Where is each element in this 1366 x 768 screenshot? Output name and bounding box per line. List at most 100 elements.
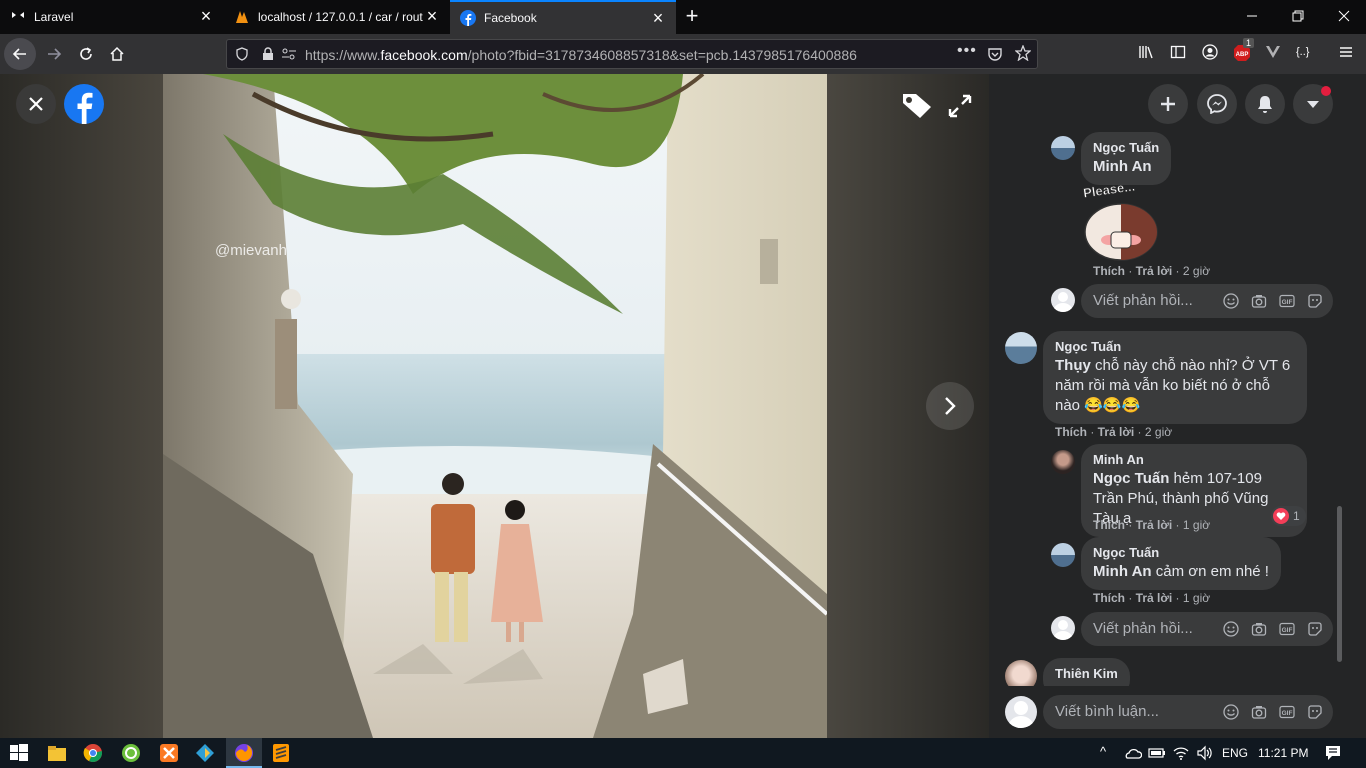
action-center-icon[interactable]	[1324, 744, 1342, 762]
url-text[interactable]: https://www.facebook.com/photo?fbid=3178…	[305, 47, 857, 63]
volume-icon[interactable]	[1196, 745, 1214, 761]
gif-icon[interactable]: GIF	[1279, 621, 1295, 637]
fullscreen-button[interactable]	[946, 92, 974, 120]
taskbar-firefox-active[interactable]	[226, 738, 262, 768]
adblock-count-badge: 1	[1243, 38, 1255, 48]
home-button[interactable]	[101, 38, 133, 70]
avatar[interactable]	[1051, 136, 1075, 160]
comment-author[interactable]: Thiên Kim	[1055, 666, 1118, 681]
account-menu-button[interactable]	[1293, 84, 1333, 124]
sticker-icon[interactable]	[1307, 293, 1323, 309]
shield-icon[interactable]	[235, 47, 249, 61]
onedrive-icon[interactable]	[1124, 745, 1142, 761]
sticker-icon[interactable]	[1307, 704, 1323, 720]
close-icon[interactable]: ×	[424, 7, 440, 25]
system-clock[interactable]: 11:21 PM	[1258, 746, 1308, 760]
chrome-icon[interactable]	[82, 742, 104, 764]
comments-panel: Ngọc Tuấn Minh An Please... Thích · Trả …	[989, 74, 1366, 738]
json-viewer-icon[interactable]: {..}	[1296, 44, 1316, 60]
permissions-icon[interactable]	[281, 47, 297, 61]
comment-composer: Viết bình luận... GIF	[989, 686, 1366, 738]
windows-start-icon[interactable]	[8, 742, 30, 764]
input-language[interactable]: ENG	[1222, 746, 1248, 760]
gif-icon[interactable]: GIF	[1279, 293, 1295, 309]
camera-icon[interactable]	[1251, 704, 1267, 720]
menu-icon[interactable]	[1338, 44, 1354, 60]
show-hidden-icons-icon[interactable]: ^	[1100, 744, 1106, 759]
reply-link[interactable]: Trả lời	[1136, 264, 1173, 278]
mention-tag[interactable]: Ngọc Tuấn	[1093, 470, 1169, 487]
facebook-logo[interactable]	[64, 84, 104, 124]
window-close-button[interactable]	[1336, 8, 1352, 24]
forward-button[interactable]	[38, 38, 70, 70]
tab-facebook[interactable]: Facebook ×	[450, 0, 676, 34]
tab-bar: Laravel × localhost / 127.0.0.1 / car / …	[0, 0, 1366, 34]
avatar	[1005, 696, 1037, 728]
adblock-plus-icon[interactable]: ABP 1	[1233, 38, 1255, 62]
notification-dot	[1321, 86, 1331, 96]
emoji-icon[interactable]	[1223, 293, 1239, 309]
account-icon[interactable]	[1202, 44, 1218, 60]
comment-author[interactable]: Ngọc Tuấn	[1055, 339, 1295, 354]
vue-devtools-icon[interactable]	[1265, 44, 1281, 60]
like-link[interactable]: Thích	[1093, 591, 1125, 605]
tab-phpmyadmin[interactable]: localhost / 127.0.0.1 / car / rout ×	[224, 0, 450, 34]
comment-input[interactable]: Viết bình luận... GIF	[1043, 695, 1333, 729]
reply-link[interactable]: Trả lời	[1098, 425, 1135, 439]
restore-button[interactable]	[1290, 8, 1306, 24]
minimize-button[interactable]	[1244, 8, 1260, 24]
sublime-text-icon[interactable]	[270, 742, 292, 764]
app-green-icon[interactable]	[120, 742, 142, 764]
mention-tag[interactable]: Minh An	[1093, 563, 1152, 580]
reply-input[interactable]: Viết phản hồi... GIF	[1081, 612, 1333, 646]
xampp-icon[interactable]	[158, 742, 180, 764]
close-viewer-button[interactable]	[16, 84, 56, 124]
reply-link[interactable]: Trả lời	[1136, 591, 1173, 605]
mention-tag[interactable]: Minh An	[1093, 158, 1152, 175]
pocket-icon[interactable]	[987, 46, 1003, 62]
avatar[interactable]	[1051, 543, 1075, 567]
comment-author[interactable]: Ngọc Tuấn	[1093, 140, 1159, 155]
reaction-badge[interactable]: 1	[1271, 506, 1306, 526]
like-link[interactable]: Thích	[1093, 264, 1125, 278]
tab-label: Facebook	[484, 11, 537, 25]
reload-button[interactable]	[70, 38, 102, 70]
lock-icon[interactable]	[261, 47, 275, 61]
gif-icon[interactable]: GIF	[1279, 704, 1295, 720]
file-explorer-icon[interactable]	[46, 742, 68, 764]
like-link[interactable]: Thích	[1055, 425, 1087, 439]
url-bar[interactable]: https://www.facebook.com/photo?fbid=3178…	[226, 39, 1038, 69]
camera-icon[interactable]	[1251, 293, 1267, 309]
avatar[interactable]	[1051, 450, 1075, 474]
emoji-icon[interactable]	[1223, 704, 1239, 720]
battery-icon[interactable]	[1148, 745, 1166, 761]
comment-author[interactable]: Ngọc Tuấn	[1093, 545, 1269, 560]
notifications-button[interactable]	[1245, 84, 1285, 124]
panel-scrollbar[interactable]	[1337, 506, 1342, 662]
reply-link[interactable]: Trả lời	[1136, 518, 1173, 532]
comment-bubble: Ngọc Tuấn Minh An cảm ơn em nhé !	[1081, 537, 1281, 590]
camera-icon[interactable]	[1251, 621, 1267, 637]
new-tab-button[interactable]: +	[680, 4, 704, 28]
sidebar-icon[interactable]	[1170, 44, 1186, 60]
comment-author[interactable]: Minh An	[1093, 452, 1295, 467]
messenger-button[interactable]	[1197, 84, 1237, 124]
reply-input[interactable]: Viết phản hồi... GIF	[1081, 284, 1333, 318]
back-button[interactable]	[4, 38, 36, 70]
tab-laravel[interactable]: Laravel ×	[0, 0, 224, 34]
like-link[interactable]: Thích	[1093, 518, 1125, 532]
bookmark-star-icon[interactable]	[1015, 45, 1031, 61]
page-actions-icon[interactable]: •••	[957, 42, 977, 60]
sticker-icon[interactable]	[1307, 621, 1323, 637]
avatar[interactable]	[1005, 332, 1037, 364]
emoji-icon[interactable]	[1223, 621, 1239, 637]
create-button[interactable]	[1148, 84, 1188, 124]
next-photo-button[interactable]	[926, 382, 974, 430]
wifi-icon[interactable]	[1172, 745, 1190, 761]
library-icon[interactable]	[1138, 44, 1154, 60]
close-icon[interactable]: ×	[650, 9, 666, 27]
git-tool-icon[interactable]	[194, 742, 216, 764]
tag-photo-button[interactable]	[900, 90, 934, 120]
mention-tag[interactable]: Thụy	[1055, 357, 1091, 374]
close-icon[interactable]: ×	[198, 7, 214, 25]
